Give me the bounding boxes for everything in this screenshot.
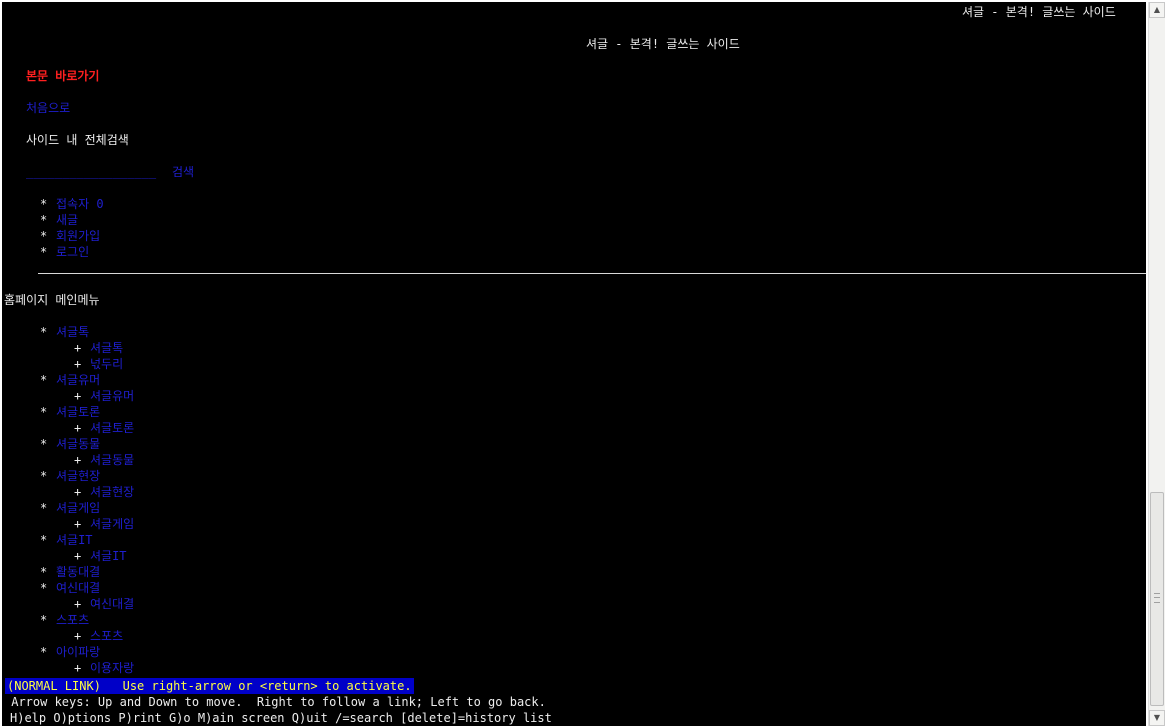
home-link[interactable]: 처음으로 <box>26 100 70 116</box>
grip-icon <box>1154 593 1160 603</box>
menu-bullet: * <box>40 645 48 659</box>
submenu-item[interactable]: 셔글톡 <box>90 340 123 356</box>
page-title: 셔글 - 본격! 글쓰는 사이드 <box>586 37 740 51</box>
search-button[interactable]: 검색 <box>172 164 194 180</box>
submenu-item[interactable]: 스포츠 <box>90 628 123 644</box>
submenu-item[interactable]: 셔글게임 <box>90 516 134 532</box>
submenu-bullet: + <box>74 453 82 467</box>
menu-bullet: * <box>40 501 48 515</box>
submenu-bullet: + <box>74 549 82 563</box>
menu-bullet: * <box>40 197 48 211</box>
submenu-bullet: + <box>74 485 82 499</box>
help-line-navigation: Arrow keys: Up and Down to move. Right t… <box>4 695 546 709</box>
submenu-item[interactable]: 셔글유머 <box>90 388 134 404</box>
submenu-item[interactable]: 넋두리 <box>90 356 123 372</box>
menu-bullet: * <box>40 325 48 339</box>
site-search-input[interactable]: __________________ <box>26 164 156 180</box>
main-menu-item[interactable]: 활동대결 <box>56 564 100 580</box>
menu-bullet: * <box>40 581 48 595</box>
submenu-bullet: + <box>74 389 82 403</box>
scroll-down-icon[interactable]: ▼ <box>1149 710 1165 726</box>
menu-bullet: * <box>40 613 48 627</box>
submenu-item[interactable]: 여신대결 <box>90 596 134 612</box>
horizontal-divider <box>38 273 1146 274</box>
menu-bullet: * <box>40 213 48 227</box>
user-menu-item[interactable]: 회원가입 <box>56 228 100 244</box>
menu-bullet: * <box>40 533 48 547</box>
menu-bullet: * <box>40 437 48 451</box>
submenu-bullet: + <box>74 517 82 531</box>
submenu-item[interactable]: 셔글토론 <box>90 420 134 436</box>
window-corner-title: 셔글 - 본격! 글쓰는 사이드 <box>962 5 1116 19</box>
submenu-bullet: + <box>74 341 82 355</box>
main-menu-item[interactable]: 셔글현장 <box>56 468 100 484</box>
help-line-commands: H)elp O)ptions P)rint G)o M)ain screen Q… <box>10 711 552 725</box>
menu-bullet: * <box>40 245 48 259</box>
submenu-item[interactable]: 셔글현장 <box>90 484 134 500</box>
vertical-scrollbar[interactable]: ▲ ▼ <box>1148 2 1165 726</box>
main-menu-item[interactable]: 셔글토론 <box>56 404 100 420</box>
submenu-item[interactable]: 셔글IT <box>90 548 127 564</box>
submenu-bullet: + <box>74 597 82 611</box>
skip-to-content-link[interactable]: 본문 바로가기 <box>26 68 99 84</box>
search-heading: 사이드 내 전체검색 <box>26 133 129 147</box>
status-bar: (NORMAL LINK) Use right-arrow or <return… <box>5 678 414 694</box>
submenu-bullet: + <box>74 629 82 643</box>
menu-bullet: * <box>40 229 48 243</box>
scroll-up-icon[interactable]: ▲ <box>1149 2 1165 18</box>
user-menu-item[interactable]: 새글 <box>56 212 78 228</box>
main-menu-item[interactable]: 셔글IT <box>56 532 93 548</box>
lynx-terminal: 셔글 - 본격! 글쓰는 사이드 셔글 - 본격! 글쓰는 사이드 본문 바로가… <box>2 2 1146 726</box>
submenu-item[interactable]: 이용자랑 <box>90 660 134 676</box>
user-menu-item[interactable]: 로그인 <box>56 244 89 260</box>
main-menu-item[interactable]: 아이파랑 <box>56 644 100 660</box>
main-menu-item[interactable]: 셔글유머 <box>56 372 100 388</box>
main-menu-item[interactable]: 셔글게임 <box>56 500 100 516</box>
menu-bullet: * <box>40 373 48 387</box>
scrollbar-thumb[interactable] <box>1150 492 1164 706</box>
submenu-bullet: + <box>74 357 82 371</box>
user-menu-item[interactable]: 접속자 0 <box>56 196 104 212</box>
submenu-item[interactable]: 셔글동물 <box>90 452 134 468</box>
submenu-bullet: + <box>74 661 82 675</box>
menu-bullet: * <box>40 565 48 579</box>
main-menu-item[interactable]: 셔글톡 <box>56 324 89 340</box>
main-menu-item[interactable]: 스포츠 <box>56 612 89 628</box>
main-menu-item[interactable]: 여신대결 <box>56 580 100 596</box>
main-menu-heading: 홈페이지 메인메뉴 <box>4 293 100 307</box>
menu-bullet: * <box>40 469 48 483</box>
submenu-bullet: + <box>74 421 82 435</box>
main-menu-item[interactable]: 셔글동물 <box>56 436 100 452</box>
menu-bullet: * <box>40 405 48 419</box>
